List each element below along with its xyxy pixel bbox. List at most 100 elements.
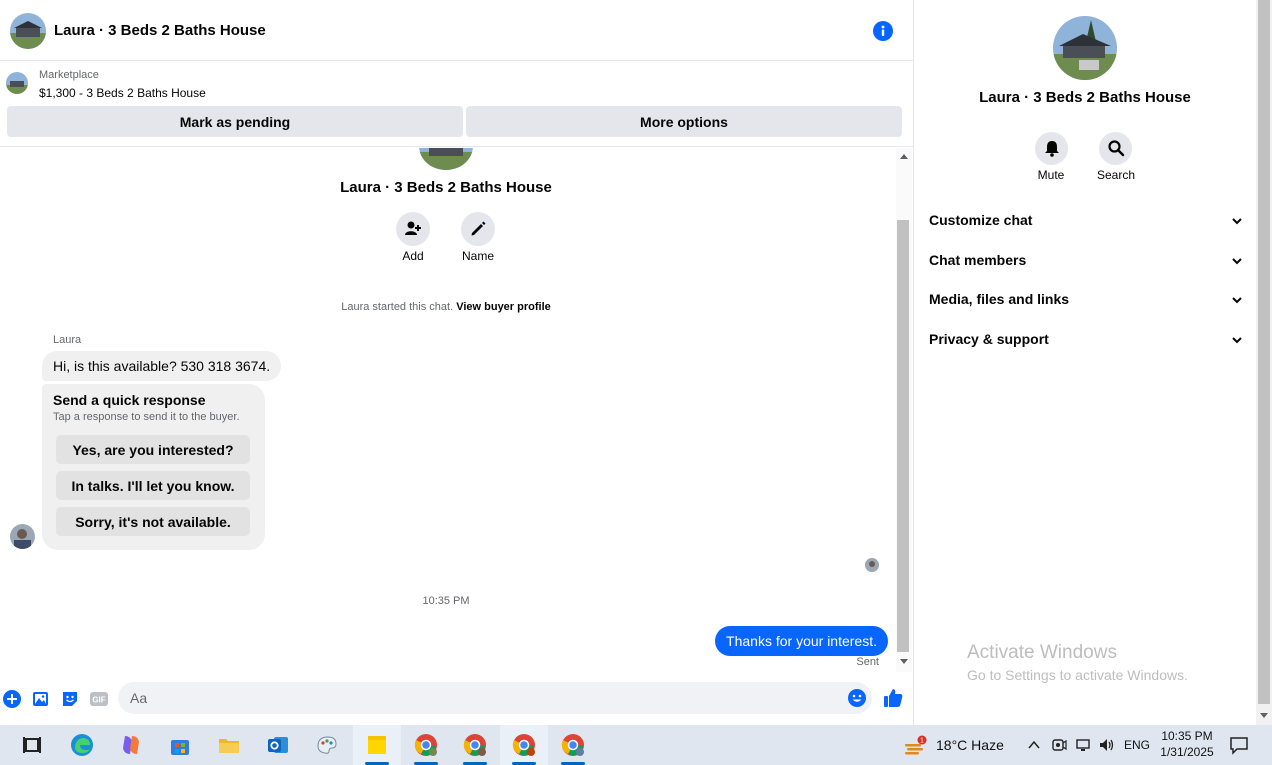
listing-bar: Marketplace $1,300 - 3 Beds 2 Baths Hous… xyxy=(0,62,913,147)
emoji-icon[interactable] xyxy=(847,688,867,708)
chrome-profile-3-icon[interactable] xyxy=(512,733,536,757)
chrome-profile-1-icon[interactable] xyxy=(414,733,438,757)
clock-date: 1/31/2025 xyxy=(1160,745,1214,759)
message-timestamp: 10:35 PM xyxy=(422,595,470,607)
chat-pane: Laura · 3 Beds 2 Baths House Marketplace… xyxy=(0,0,913,725)
section-media-files-links[interactable]: Media, files and links xyxy=(929,291,1243,313)
incoming-message[interactable]: Hi, is this available? 530 318 3674. xyxy=(42,351,282,381)
info-title: Laura · 3 Beds 2 Baths House xyxy=(979,89,1191,106)
listing-price-title[interactable]: $1,300 - 3 Beds 2 Baths House xyxy=(39,86,206,100)
chevron-down-icon xyxy=(1232,337,1242,344)
more-options-button[interactable]: More options xyxy=(466,106,902,137)
pencil-icon xyxy=(471,221,486,236)
view-buyer-profile-link[interactable]: View buyer profile xyxy=(456,301,551,313)
sent-status: Sent xyxy=(856,656,879,668)
weather-haze-icon[interactable]: 1 xyxy=(903,734,927,756)
chat-header: Laura · 3 Beds 2 Baths House xyxy=(0,3,913,61)
input-language[interactable]: ENG xyxy=(1124,738,1150,752)
chrome-profile-2-icon[interactable] xyxy=(463,733,487,757)
photo-icon[interactable] xyxy=(31,689,51,709)
info-icon[interactable] xyxy=(873,21,893,41)
section-privacy-support[interactable]: Privacy & support xyxy=(929,331,1243,353)
seen-indicator-avatar xyxy=(865,558,879,572)
start-note-text: Laura started this chat. xyxy=(341,301,454,313)
chat-avatar[interactable] xyxy=(10,13,46,49)
section-label: Privacy & support xyxy=(929,331,1049,347)
section-label: Chat members xyxy=(929,252,1027,268)
name-label: Name xyxy=(461,249,494,263)
chevron-down-icon xyxy=(1232,258,1242,265)
scroll-down-arrow[interactable] xyxy=(900,659,908,664)
mute-button[interactable] xyxy=(1035,132,1068,165)
section-chat-members[interactable]: Chat members xyxy=(929,252,1243,274)
windows-taskbar: 1 18°C Haze ENG 10:35 PM 1/31/2025 xyxy=(0,725,1272,765)
activate-title: Activate Windows xyxy=(967,642,1117,663)
search-button[interactable] xyxy=(1099,132,1132,165)
search-label: Search xyxy=(1096,168,1136,182)
section-label: Customize chat xyxy=(929,212,1033,228)
message-input[interactable] xyxy=(118,682,872,714)
svg-text:GIF: GIF xyxy=(92,696,105,705)
scroll-thumb[interactable] xyxy=(897,220,909,652)
thread-avatar xyxy=(419,148,473,170)
gif-icon[interactable]: GIF xyxy=(89,689,109,709)
weather-badge: 1 xyxy=(920,738,924,745)
quick-response-interested[interactable]: Yes, are you interested? xyxy=(56,435,250,464)
name-button[interactable] xyxy=(461,212,495,246)
bell-icon xyxy=(1044,141,1059,157)
listing-thumbnail[interactable] xyxy=(6,72,28,94)
quick-response-in-talks[interactable]: In talks. I'll let you know. xyxy=(56,471,250,500)
outlook-icon[interactable] xyxy=(266,733,290,757)
show-hidden-icons-chevron-icon[interactable] xyxy=(1027,738,1041,752)
search-icon xyxy=(1107,140,1124,157)
mute-label: Mute xyxy=(1037,168,1065,182)
info-avatar[interactable] xyxy=(1053,16,1117,80)
message-composer: GIF xyxy=(0,673,913,725)
activate-windows-watermark: Activate Windows Go to Settings to activ… xyxy=(967,642,1188,683)
section-label: Media, files and links xyxy=(929,291,1070,307)
activate-subtitle: Go to Settings to activate Windows. xyxy=(967,667,1188,683)
chat-info-panel: Laura · 3 Beds 2 Baths House Mute Search… xyxy=(913,0,1256,725)
file-explorer-icon[interactable] xyxy=(217,733,241,757)
page-scroll-down-arrow[interactable] xyxy=(1260,713,1268,718)
thumbs-up-icon[interactable] xyxy=(882,687,904,709)
mark-as-pending-button[interactable]: Mark as pending xyxy=(7,106,463,137)
chrome-profile-4-icon[interactable] xyxy=(561,733,585,757)
quick-response-not-available[interactable]: Sorry, it's not available. xyxy=(56,507,250,536)
chat-title[interactable]: Laura · 3 Beds 2 Baths House xyxy=(54,22,266,39)
notifications-icon[interactable] xyxy=(1229,735,1249,755)
sticker-icon[interactable] xyxy=(60,689,80,709)
sticky-notes-icon[interactable] xyxy=(365,733,389,757)
page-scrollbar[interactable] xyxy=(1256,0,1272,725)
outgoing-message[interactable]: Thanks for your interest. xyxy=(715,626,888,656)
quick-response-subtitle: Tap a response to send it to the buyer. xyxy=(53,411,240,423)
messages-scrollbar[interactable] xyxy=(896,148,912,672)
task-view-icon[interactable] xyxy=(20,733,44,757)
system-clock[interactable]: 10:35 PM 1/31/2025 xyxy=(1158,728,1216,760)
quick-response-title: Send a quick response xyxy=(53,392,206,408)
meet-now-icon[interactable] xyxy=(1051,737,1067,753)
paint-icon[interactable] xyxy=(315,733,339,757)
microsoft-store-icon[interactable] xyxy=(168,733,192,757)
edge-icon[interactable] xyxy=(70,733,94,757)
volume-icon[interactable] xyxy=(1098,737,1114,753)
listing-label: Marketplace xyxy=(39,69,99,81)
chat-start-note: Laura started this chat. View buyer prof… xyxy=(0,301,892,313)
copilot-icon[interactable] xyxy=(119,733,143,757)
add-label: Add xyxy=(402,249,424,263)
section-customize-chat[interactable]: Customize chat xyxy=(929,212,1243,234)
sender-avatar[interactable] xyxy=(10,524,35,549)
page-scroll-thumb[interactable] xyxy=(1258,0,1270,704)
quick-response-card: Send a quick response Tap a response to … xyxy=(42,384,265,550)
thread-title: Laura · 3 Beds 2 Baths House xyxy=(340,179,552,196)
network-icon[interactable] xyxy=(1075,737,1091,753)
clock-time: 10:35 PM xyxy=(1161,729,1213,743)
message-list: Laura · 3 Beds 2 Baths House Add Name La… xyxy=(0,148,896,672)
add-people-button[interactable] xyxy=(396,212,430,246)
add-person-icon xyxy=(405,221,421,235)
chevron-down-icon xyxy=(1232,297,1242,304)
plus-icon[interactable] xyxy=(2,689,22,709)
chevron-down-icon xyxy=(1232,218,1242,225)
scroll-up-arrow[interactable] xyxy=(900,154,908,159)
weather-text[interactable]: 18°C Haze xyxy=(936,737,1004,753)
